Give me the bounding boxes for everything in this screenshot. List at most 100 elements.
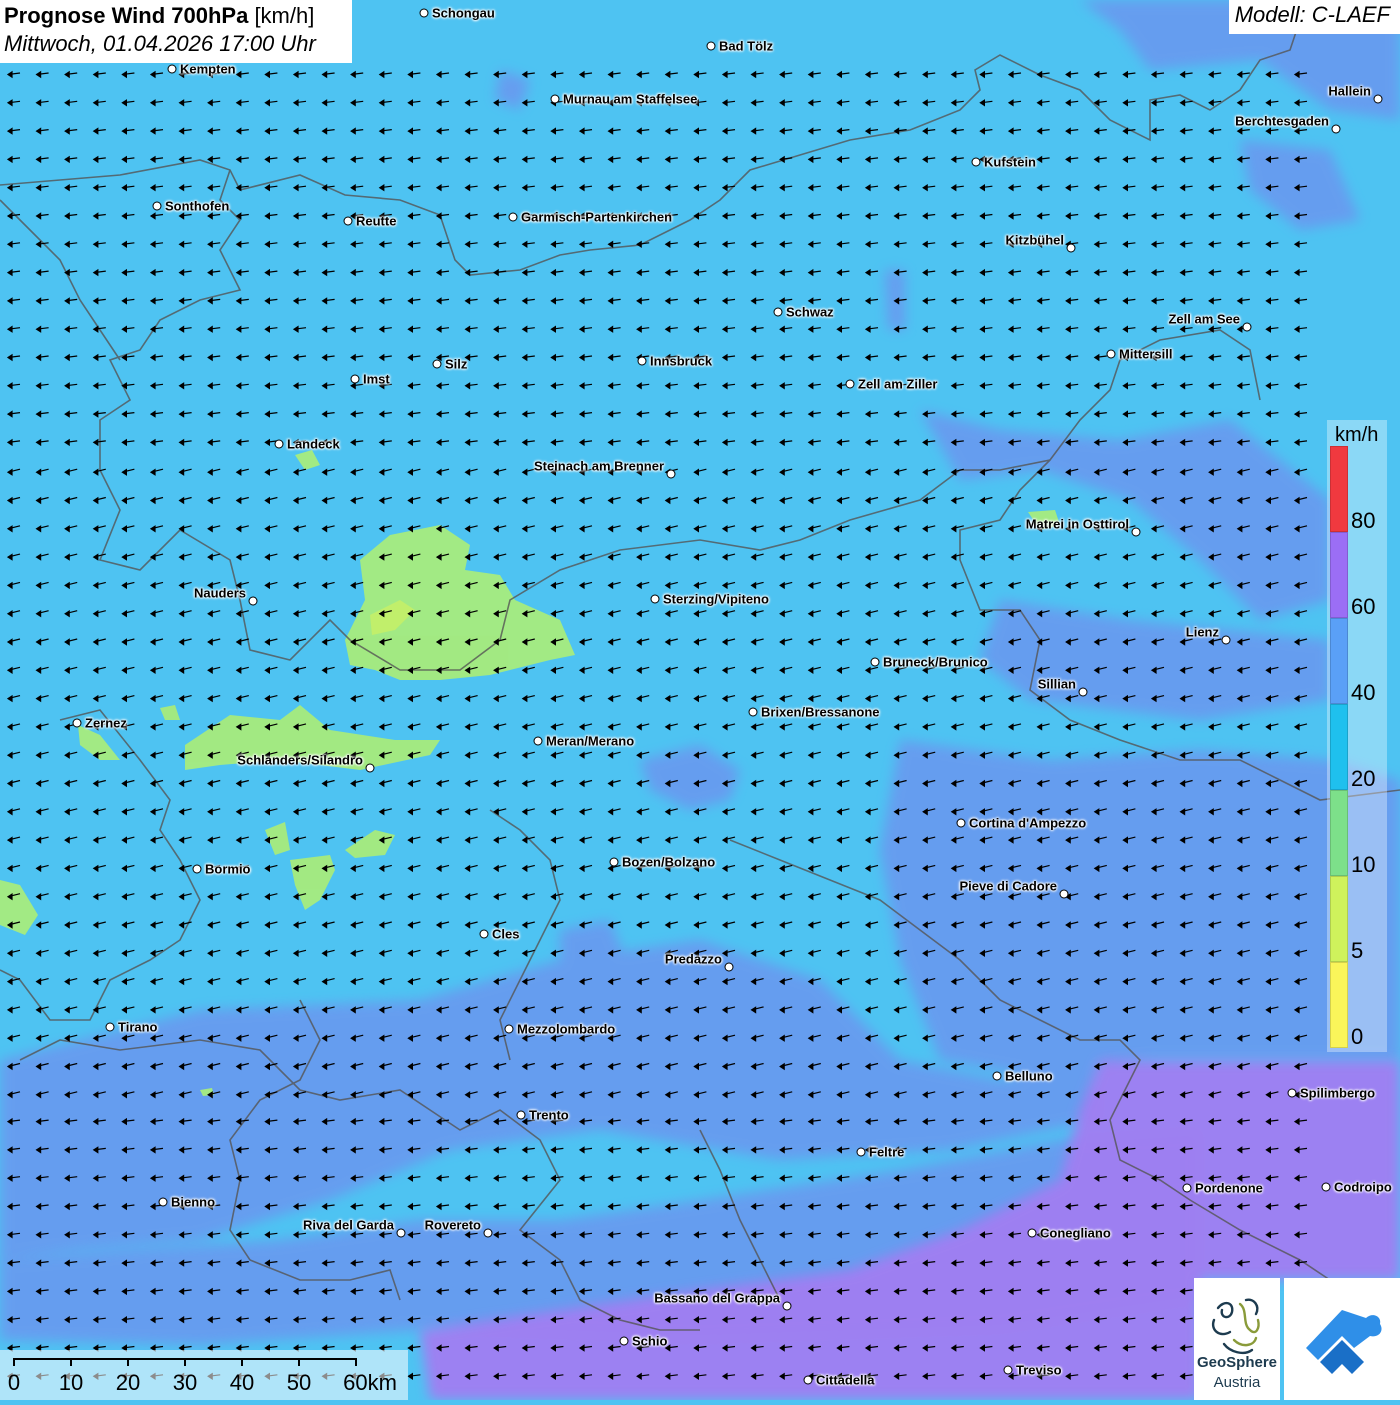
city-label: Zell am See <box>1168 311 1240 327</box>
legend-color-band <box>1330 532 1348 618</box>
legend-tick-label: 60 <box>1351 594 1376 619</box>
city-label: Rovereto <box>424 1217 481 1233</box>
city-marker <box>956 818 966 828</box>
city-label: Belluno <box>1005 1068 1053 1084</box>
city-marker <box>419 8 429 18</box>
title-bold: Prognose Wind 700hPa <box>4 3 249 28</box>
city-label: Bienno <box>171 1194 216 1210</box>
city-label: Bormio <box>205 861 251 877</box>
city-label: Reutte <box>356 213 397 229</box>
legend-color-band <box>1330 618 1348 704</box>
city-marker <box>1287 1088 1297 1098</box>
city-marker <box>748 707 758 717</box>
city-label: Pordenone <box>1195 1180 1263 1196</box>
city-marker <box>609 857 619 867</box>
scale-label: 20 <box>115 1370 141 1395</box>
scale-tick <box>70 1358 72 1366</box>
scale-tick <box>298 1358 300 1366</box>
city-label: Berchtesgaden <box>1235 113 1329 129</box>
legend-unit: km/h <box>1335 424 1379 446</box>
scale-label: 10 <box>58 1370 84 1395</box>
city-label: Predazzo <box>664 951 722 967</box>
city-label: Zell am Ziller <box>858 376 938 392</box>
city-marker <box>1131 527 1141 537</box>
map-title: Prognose Wind 700hPa [km/h] <box>4 2 352 30</box>
city-label: Innsbruck <box>650 353 713 369</box>
geosphere-logo: GeoSphere Austria <box>1194 1278 1280 1400</box>
city-label: Bassano del Grappa <box>654 1290 780 1306</box>
legend-tick-label: 20 <box>1351 766 1376 791</box>
city-label: Kitzbühel <box>1005 232 1065 248</box>
city-marker <box>504 1024 514 1034</box>
city-marker <box>508 212 518 222</box>
city-marker <box>479 929 489 939</box>
legend-tick-label: 40 <box>1351 680 1376 705</box>
city-label: Nauders <box>193 585 246 601</box>
weather-app-logo <box>1284 1278 1400 1400</box>
city-label: Treviso <box>1016 1362 1062 1378</box>
city-label: Silz <box>445 356 468 372</box>
city-marker <box>274 439 284 449</box>
legend-color-band <box>1330 962 1348 1048</box>
city-marker <box>1003 1365 1013 1375</box>
city-marker <box>1066 243 1076 253</box>
city-label: Schio <box>632 1333 668 1349</box>
legend-tick-label: 80 <box>1351 508 1376 533</box>
scale-label: 30 <box>172 1370 198 1395</box>
title-box: Prognose Wind 700hPa [km/h] Mittwoch, 01… <box>0 0 352 63</box>
city-marker <box>516 1110 526 1120</box>
city-label: Tirano <box>118 1019 158 1035</box>
city-marker <box>343 216 353 226</box>
city-label: Codroipo <box>1334 1179 1392 1195</box>
geosphere-country: Austria <box>1213 1374 1261 1391</box>
forecast-datetime: Mittwoch, 01.04.2026 17:00 Uhr <box>4 31 316 56</box>
city-label: Meran/Merano <box>546 733 635 749</box>
city-marker <box>706 41 716 51</box>
legend-color-band <box>1330 446 1348 532</box>
model-label: Modell: C-LAEF <box>1228 0 1400 34</box>
legend-tick-label: 5 <box>1351 938 1364 963</box>
city-label: Lienz <box>1185 624 1219 640</box>
city-marker <box>105 1022 115 1032</box>
city-marker <box>1221 635 1231 645</box>
city-marker <box>72 718 82 728</box>
city-label: Feltre <box>869 1144 905 1160</box>
city-label: Murnau am Staffelsee <box>563 91 698 107</box>
legend-color-band <box>1330 790 1348 876</box>
city-label: Conegliano <box>1040 1225 1111 1241</box>
scale-label: 0 <box>7 1370 21 1395</box>
city-label: Landeck <box>287 436 340 452</box>
geosphere-name: GeoSphere <box>1196 1354 1278 1371</box>
city-marker <box>845 379 855 389</box>
city-label: Schlanders/Silandro <box>237 752 363 768</box>
city-label: Riva del Garda <box>302 1217 394 1233</box>
city-marker <box>533 736 543 746</box>
city-marker <box>550 94 560 104</box>
city-marker <box>1321 1182 1331 1192</box>
city-label: Hallein <box>1328 83 1371 99</box>
city-marker <box>1331 124 1341 134</box>
city-label: Pieve di Cadore <box>959 878 1057 894</box>
city-label: Spilimbergo <box>1300 1085 1376 1101</box>
city-marker <box>803 1375 813 1385</box>
city-marker <box>619 1336 629 1346</box>
title-unit: [km/h] <box>254 3 315 28</box>
city-marker <box>971 157 981 167</box>
city-marker <box>782 1301 792 1311</box>
city-marker <box>650 594 660 604</box>
city-marker <box>724 962 734 972</box>
city-marker <box>856 1147 866 1157</box>
city-label: Sillian <box>1037 676 1076 692</box>
city-label: Mezzolombardo <box>517 1021 616 1037</box>
weather-arrow-cloud-icon <box>1306 1310 1382 1374</box>
city-label: Garmisch-Partenkirchen <box>521 209 673 225</box>
city-label: Kufstein <box>984 154 1036 170</box>
city-label: Steinach am Brenner <box>533 458 664 474</box>
scale-tick <box>241 1358 243 1366</box>
city-label: Schongau <box>432 5 495 21</box>
scale-label: 40 <box>229 1370 255 1395</box>
city-label: Imst <box>363 371 390 387</box>
color-legend: km/h 80 60 40 20 10 5 0 <box>1327 420 1387 1052</box>
city-marker <box>396 1228 406 1238</box>
city-marker <box>992 1071 1002 1081</box>
